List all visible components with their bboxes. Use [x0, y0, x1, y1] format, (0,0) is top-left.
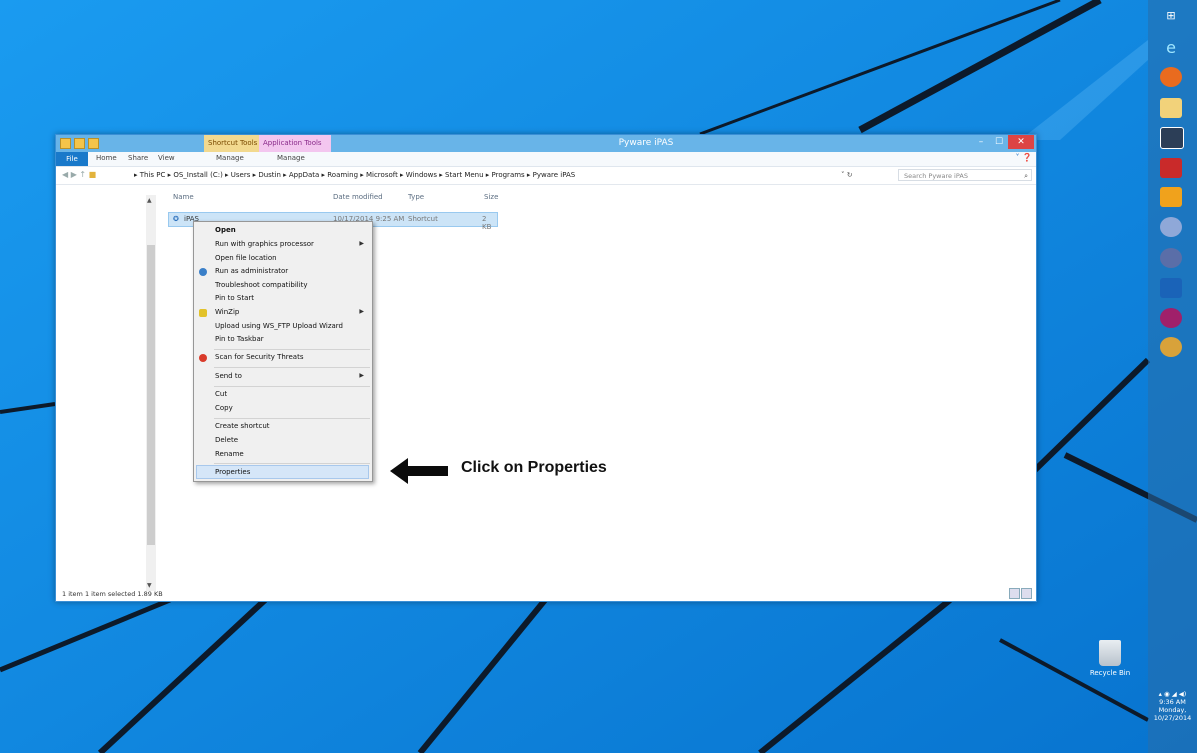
scroll-thumb[interactable] [147, 245, 155, 545]
submenu-arrow-icon: ▶ [359, 372, 364, 379]
menu-run-as-admin[interactable]: Run as administrator [215, 267, 288, 275]
nav-scrollbar[interactable]: ▲ ▼ [146, 195, 156, 591]
menu-separator [214, 386, 370, 387]
app-icon-globe[interactable] [1160, 217, 1182, 237]
clock-time: 9:36 AM [1159, 698, 1186, 706]
menu-separator [214, 463, 370, 464]
back-icon[interactable]: ◀ [62, 170, 68, 179]
security-icon [199, 354, 207, 362]
breadcrumb[interactable]: ▸ This PC ▸ OS_Install (C:) ▸ Users ▸ Du… [134, 171, 575, 179]
close-button[interactable]: ✕ [1008, 135, 1034, 149]
help-icon[interactable]: ˅ ❓ [1015, 153, 1032, 162]
application-tools-tab[interactable]: Application Tools [259, 135, 331, 152]
recycle-bin-icon [1099, 640, 1121, 666]
search-input[interactable]: Search Pyware iPAS ⌕ [898, 169, 1032, 181]
app-icon-paint[interactable] [1160, 337, 1182, 357]
menu-open[interactable]: Open [215, 226, 236, 234]
scroll-up-icon[interactable]: ▲ [147, 197, 152, 204]
search-placeholder: Search Pyware iPAS [904, 172, 968, 180]
menu-properties[interactable]: Properties [215, 468, 250, 476]
tiles-view-icon[interactable] [1021, 588, 1032, 599]
menu-separator [214, 418, 370, 419]
tab-home[interactable]: Home [96, 154, 117, 162]
tray-icons[interactable]: ▴ ◉ ◢ ◀) [1148, 690, 1197, 698]
ribbon-tabs: File Home Share View Manage Manage ˅ ❓ [56, 152, 1036, 167]
context-menu[interactable]: Open Run with graphics processor ▶ Open … [193, 221, 373, 482]
menu-delete[interactable]: Delete [215, 436, 238, 444]
file-type: Shortcut [408, 215, 438, 223]
menu-pin-taskbar[interactable]: Pin to Taskbar [215, 335, 264, 343]
properties-quick-icon[interactable] [74, 138, 85, 149]
system-tray[interactable]: ▴ ◉ ◢ ◀) 9:36 AM Monday, 10/27/2014 [1148, 690, 1197, 722]
menu-winzip[interactable]: WinZip [215, 308, 239, 316]
folder-small-icon: ■ [88, 170, 97, 179]
tab-manage-shortcut[interactable]: Manage [216, 154, 244, 162]
winzip-icon [199, 309, 207, 317]
maximize-button[interactable]: ☐ [990, 135, 1008, 149]
minimize-button[interactable]: – [972, 135, 990, 149]
left-arrow-icon [390, 458, 448, 484]
search-icon[interactable]: ⌕ [1024, 170, 1028, 182]
shield-icon [199, 268, 207, 276]
quick-access-toolbar[interactable] [60, 138, 99, 149]
menu-copy[interactable]: Copy [215, 404, 233, 412]
file-explorer-icon[interactable] [1160, 98, 1182, 118]
menu-rename[interactable]: Rename [215, 450, 244, 458]
tab-file[interactable]: File [56, 152, 88, 166]
navigation-pane[interactable] [56, 185, 158, 587]
refresh-icon[interactable]: ˅ ↻ [841, 171, 853, 179]
taskbar: ⊞ e [1148, 0, 1197, 753]
column-type[interactable]: Type [408, 193, 424, 201]
calculator-icon[interactable] [1160, 127, 1184, 149]
clock-date: 10/27/2014 [1153, 714, 1192, 722]
app-icon-disc[interactable] [1160, 248, 1182, 268]
internet-explorer-icon[interactable]: e [1160, 38, 1182, 58]
app-icon-red[interactable] [1160, 158, 1182, 178]
view-buttons[interactable] [1009, 588, 1032, 599]
menu-troubleshoot[interactable]: Troubleshoot compatibility [215, 281, 308, 289]
folder-icon[interactable] [60, 138, 71, 149]
menu-cut[interactable]: Cut [215, 390, 227, 398]
shortcut-tools-tab[interactable]: Shortcut Tools [204, 135, 264, 152]
recycle-bin-label: Recycle Bin [1089, 669, 1131, 677]
recycle-bin[interactable]: Recycle Bin [1085, 640, 1135, 677]
column-date-modified[interactable]: Date modified [333, 193, 383, 201]
menu-scan-security[interactable]: Scan for Security Threats [215, 353, 304, 361]
menu-separator [214, 349, 370, 350]
app-icon-orange[interactable] [1160, 187, 1182, 207]
menu-separator [214, 367, 370, 368]
title-bar[interactable]: Shortcut Tools Application Tools Pyware … [56, 135, 1036, 152]
firefox-icon[interactable] [1160, 67, 1182, 87]
outlook-icon[interactable] [1160, 278, 1182, 298]
status-bar: 1 item 1 item selected 1.89 KB [62, 590, 163, 598]
tab-share[interactable]: Share [128, 154, 148, 162]
menu-create-shortcut[interactable]: Create shortcut [215, 422, 270, 430]
tab-manage-application[interactable]: Manage [277, 154, 305, 162]
menu-open-file-location[interactable]: Open file location [215, 254, 277, 262]
app-icon-purple[interactable] [1160, 308, 1182, 328]
details-view-icon[interactable] [1009, 588, 1020, 599]
menu-upload-wsftp[interactable]: Upload using WS_FTP Upload Wizard [215, 322, 343, 330]
nav-buttons[interactable]: ◀ ▶ ↑ ■ [62, 170, 96, 179]
annotation-text: Click on Properties [461, 459, 607, 476]
new-folder-quick-icon[interactable] [88, 138, 99, 149]
menu-pin-start[interactable]: Pin to Start [215, 294, 254, 302]
column-size[interactable]: Size [484, 193, 498, 201]
tab-view[interactable]: View [158, 154, 175, 162]
clock-day: Monday, [1158, 706, 1187, 714]
submenu-arrow-icon: ▶ [359, 308, 364, 315]
up-arrow-icon[interactable]: ↑ [79, 170, 86, 179]
windows-start-icon[interactable]: ⊞ [1160, 6, 1182, 26]
forward-icon[interactable]: ▶ [71, 170, 77, 179]
menu-run-graphics[interactable]: Run with graphics processor [215, 240, 314, 248]
file-size: 2 KB [482, 215, 492, 231]
column-name[interactable]: Name [173, 193, 194, 201]
menu-send-to[interactable]: Send to [215, 372, 242, 380]
window-title: Pyware iPAS [618, 138, 674, 148]
shortcut-icon: ✪ [173, 215, 179, 223]
address-bar[interactable]: ◀ ▶ ↑ ■ ▸ This PC ▸ OS_Install (C:) ▸ Us… [56, 167, 1036, 185]
submenu-arrow-icon: ▶ [359, 240, 364, 247]
